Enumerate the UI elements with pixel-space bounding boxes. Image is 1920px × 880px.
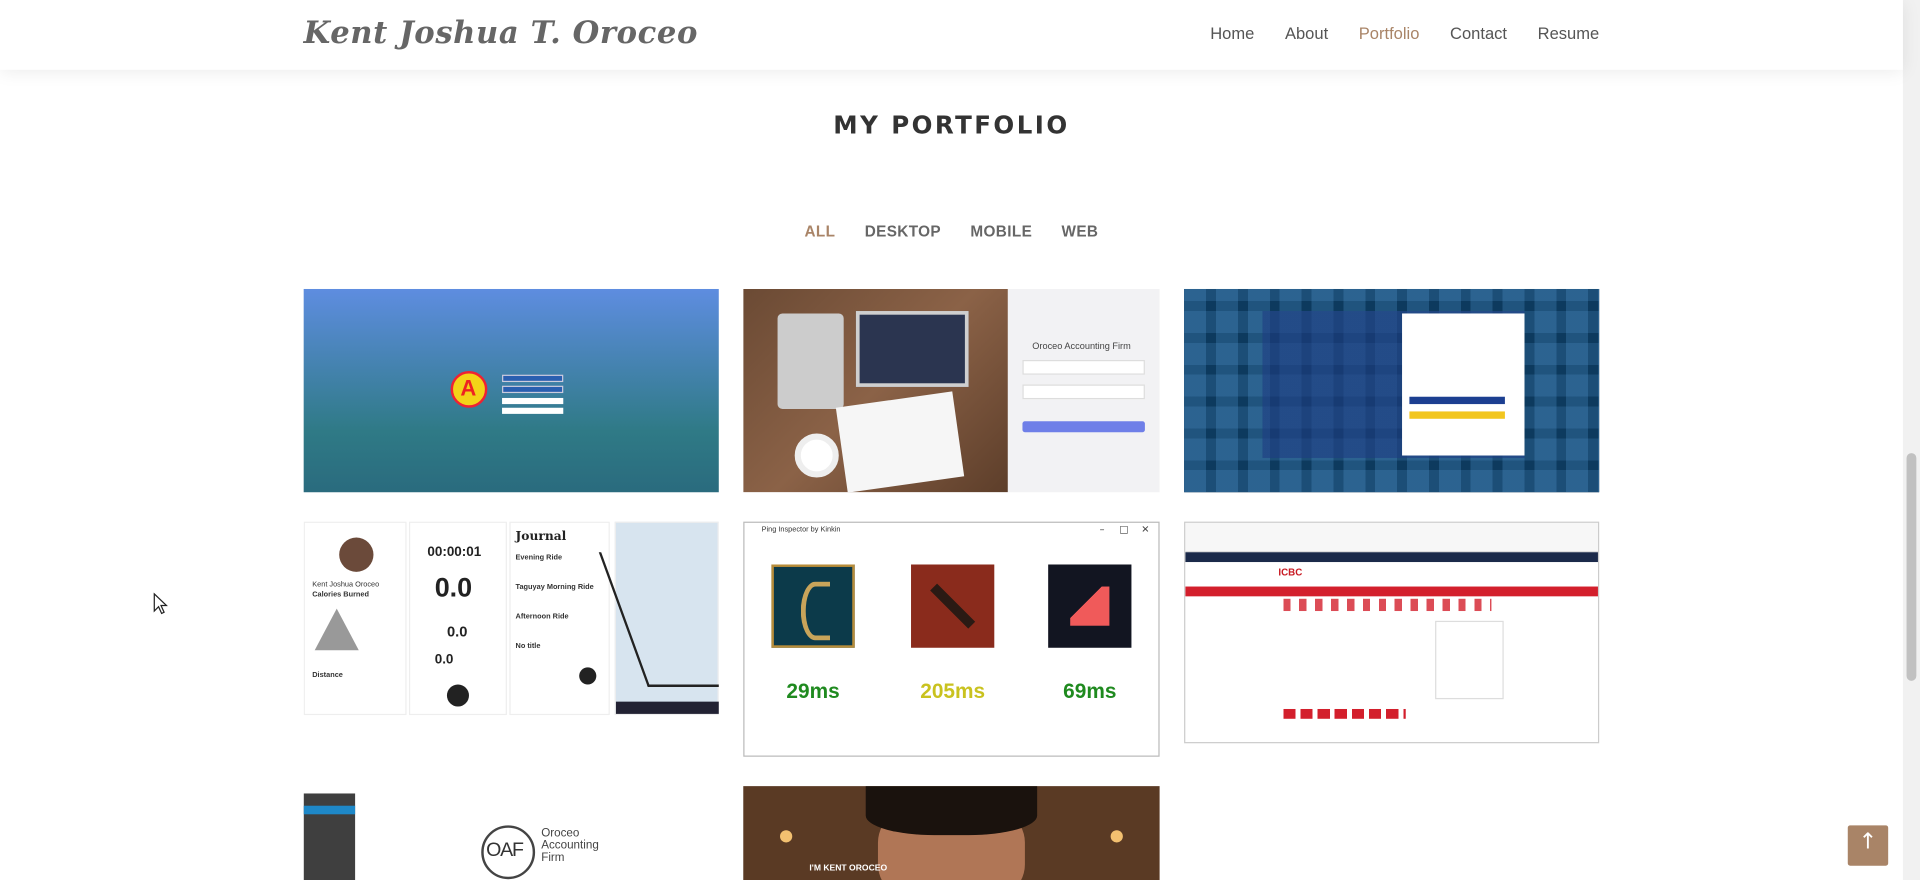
- hero-name: I'M KENT OROCEO: [809, 864, 888, 874]
- speed-value: 0.0: [434, 571, 473, 603]
- bank-header: [1185, 564, 1598, 587]
- journal-item: Taguyay Morning Ride: [515, 584, 594, 592]
- journal-screen: Journal Evening Ride Taguyay Morning Rid…: [509, 521, 610, 716]
- calories-chart: [314, 608, 359, 651]
- profile-name: Kent Joshua Oroceo: [312, 581, 380, 589]
- stop-button: [446, 684, 469, 707]
- distance-label: Distance: [312, 672, 343, 680]
- ping-valorant: 69ms: [1063, 679, 1117, 703]
- lamp-icon: [780, 830, 793, 843]
- laptop-icon: [855, 311, 969, 387]
- portrait-hair: [865, 786, 1038, 836]
- maximize-icon: □: [1119, 524, 1129, 536]
- school-logo-icon: [450, 371, 488, 408]
- portfolio-item-risk-management[interactable]: [1184, 288, 1600, 493]
- nav-portfolio[interactable]: Portfolio: [1359, 24, 1420, 42]
- page-scrollbar[interactable]: [1902, 0, 1920, 880]
- filter-all[interactable]: ALL: [804, 223, 835, 240]
- calories-value: 0.0: [434, 652, 454, 668]
- register-button: [502, 407, 564, 414]
- login-panel: [1435, 620, 1504, 700]
- oaf-name: Oroceo Accounting Firm: [541, 827, 599, 865]
- login-button: [502, 397, 564, 405]
- add-button: [579, 667, 597, 685]
- calories-label: Calories Burned: [312, 591, 370, 599]
- portfolio-item-icbc[interactable]: ICBC: [1184, 521, 1600, 744]
- filter-desktop[interactable]: DESKTOP: [865, 223, 941, 240]
- oaf-logo: OAF: [481, 825, 536, 880]
- profile-screen: Kent Joshua Oroceo Calories Burned Dista…: [303, 521, 407, 716]
- scrollbar-thumb[interactable]: [1906, 453, 1917, 681]
- nav-resume[interactable]: Resume: [1538, 24, 1600, 42]
- portfolio-item-school-login[interactable]: [303, 288, 719, 493]
- map-footer: [615, 701, 719, 714]
- accounting-title: Oroceo Accounting Firm: [1032, 340, 1131, 352]
- oaf-logo-text: OAF: [486, 840, 524, 861]
- portfolio-filters: ALL DESKTOP MOBILE WEB: [0, 223, 1903, 240]
- service-icons: [1283, 598, 1492, 612]
- journal-item: No title: [515, 642, 541, 651]
- browser-address-bar: [1185, 552, 1598, 563]
- username-field: [1022, 360, 1145, 375]
- route-line: [598, 552, 719, 687]
- dota-2-icon: [911, 564, 995, 648]
- ping-dota: 205ms: [920, 679, 986, 703]
- filter-mobile[interactable]: MOBILE: [970, 223, 1032, 240]
- valorant-icon: [1048, 564, 1132, 648]
- sign-in-button: [1409, 411, 1505, 419]
- journal-item: Afternoon Ride: [515, 613, 569, 621]
- portfolio-item-oaf-desktop[interactable]: OAF Oroceo Accounting Firm: [303, 786, 719, 880]
- portfolio-item-fitness-app[interactable]: Kent Joshua Oroceo Calories Burned Dista…: [303, 521, 719, 716]
- login-button: [1409, 396, 1505, 405]
- oaf-line-3: Firm: [541, 851, 565, 865]
- login-button: [1022, 421, 1145, 433]
- portfolio-item-accounting-login[interactable]: Oroceo Accounting Firm: [743, 288, 1160, 493]
- minimize-icon: –: [1099, 524, 1105, 536]
- report-paper: [835, 391, 965, 493]
- filter-web[interactable]: WEB: [1062, 223, 1099, 240]
- journal-title: Journal: [515, 530, 567, 544]
- portfolio-item-personal-site[interactable]: I'M KENT OROCEO: [743, 786, 1160, 880]
- nav-about[interactable]: About: [1285, 24, 1328, 42]
- calculator-icon: [777, 313, 844, 409]
- map-screen: [598, 521, 719, 716]
- league-of-legends-icon: [771, 564, 855, 648]
- avatar: [339, 537, 374, 572]
- icbc-logo: ICBC: [1278, 566, 1303, 578]
- desk-photo: [743, 288, 1008, 493]
- arrow-up-icon: ↑: [1858, 828, 1878, 855]
- tracker-screen: 00:00:01 0.0 0.0 0.0: [408, 521, 507, 716]
- bank-nav: [1185, 586, 1598, 597]
- timer-value: 00:00:01: [427, 544, 482, 560]
- close-icon: ✕: [1141, 524, 1150, 536]
- window-title: Ping Inspector by Kinkin: [761, 526, 841, 534]
- coffee-cup-icon: [794, 433, 839, 478]
- portfolio-item-ping-inspector[interactable]: Ping Inspector by Kinkin – □ ✕ 29ms 205m…: [743, 521, 1160, 757]
- form-toolbar: [1185, 522, 1598, 553]
- password-field: [502, 385, 564, 394]
- sidebar-active-item: [303, 805, 356, 815]
- section-title: MY PORTFOLIO: [833, 110, 1070, 140]
- brand-logo[interactable]: Kent Joshua T. Oroceo: [304, 15, 698, 51]
- nav-home[interactable]: Home: [1210, 24, 1254, 42]
- ping-lol: 29ms: [786, 679, 840, 703]
- journal-item: Evening Ride: [515, 554, 563, 563]
- tab-strip: [1283, 708, 1406, 719]
- login-form: [1402, 313, 1525, 456]
- nav-contact[interactable]: Contact: [1450, 24, 1507, 42]
- username-field: [502, 374, 564, 383]
- password-field: [1022, 384, 1145, 400]
- distance-value: 0.0: [446, 623, 468, 641]
- site-header: Kent Joshua T. Oroceo Home About Portfol…: [0, 0, 1903, 70]
- back-to-top-button[interactable]: ↑: [1847, 825, 1889, 866]
- main-nav: Home About Portfolio Contact Resume: [1210, 24, 1599, 42]
- lamp-icon: [1110, 830, 1123, 843]
